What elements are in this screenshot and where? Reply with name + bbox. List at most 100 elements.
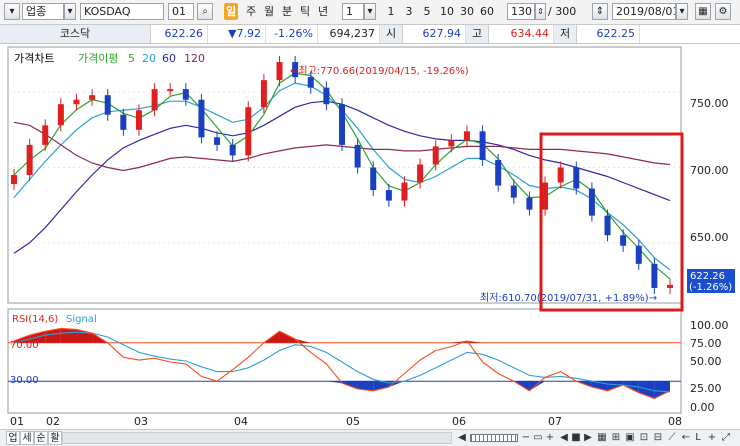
low-annotation: 최저:610.70(2019/07/31, +1.89%)→ bbox=[480, 292, 657, 304]
candle-body bbox=[526, 197, 533, 210]
ma60-legend: 60 bbox=[162, 52, 176, 65]
expand-view-icon[interactable]: ⤢ bbox=[720, 431, 732, 445]
zoom-slider-icon[interactable]: ▭ bbox=[532, 431, 544, 445]
zoom-out-icon[interactable]: − bbox=[520, 431, 532, 445]
grid-toggle-icon[interactable]: ▦ bbox=[596, 431, 608, 445]
horizontal-scrollbar[interactable] bbox=[62, 432, 452, 444]
candle-body bbox=[510, 185, 517, 198]
tab-industry[interactable]: 업 bbox=[6, 431, 20, 445]
candle-body bbox=[604, 215, 611, 236]
candle-body bbox=[635, 245, 642, 264]
search-icon[interactable]: ⌕ bbox=[197, 3, 213, 20]
tab-active[interactable]: 활 bbox=[48, 431, 62, 445]
market-dropdown-button[interactable]: ▾ bbox=[4, 3, 20, 20]
interval-60-button[interactable]: 60 bbox=[478, 3, 496, 20]
candle-body bbox=[276, 62, 283, 81]
candle-body bbox=[89, 95, 96, 100]
prev-icon[interactable]: ◀ bbox=[558, 431, 570, 445]
candle-body bbox=[557, 167, 564, 183]
left-arrow-icon[interactable]: ← bbox=[680, 431, 692, 445]
index-name-field[interactable]: KOSDAQ bbox=[80, 3, 164, 20]
candle-body bbox=[104, 95, 111, 115]
interval-5-button[interactable]: 5 bbox=[420, 3, 434, 20]
period-year-tab[interactable]: 년 bbox=[316, 3, 330, 20]
candle-body bbox=[370, 167, 377, 191]
price-axis-tick: 750.00 bbox=[690, 97, 729, 110]
grid-view-icon[interactable]: ▦ bbox=[695, 3, 711, 20]
quote-bar: 코스닥 622.26 ▼7.92 -1.26% 694,237 시 627.94… bbox=[0, 25, 740, 44]
price-chart[interactable]: 가격차트 가격이평 5 20 60 120 ←최고:770.66(2019/04… bbox=[0, 44, 740, 429]
period-daily-tab[interactable]: 일 bbox=[224, 3, 238, 20]
candle-body bbox=[26, 144, 33, 175]
zoom-ruler[interactable] bbox=[470, 434, 518, 442]
tab-order[interactable]: 순 bbox=[34, 431, 48, 445]
index-name-label: 코스닥 bbox=[0, 25, 151, 43]
market-select[interactable]: 업종 bbox=[22, 3, 64, 20]
interval-30-button[interactable]: 30 bbox=[458, 3, 476, 20]
candle-body bbox=[417, 164, 424, 183]
period-weekly-tab[interactable]: 주 bbox=[244, 3, 258, 20]
candle-body bbox=[198, 99, 205, 138]
period-tick-tab[interactable]: 틱 bbox=[298, 3, 312, 20]
rsi-lower-level-label: 30.00 bbox=[10, 375, 39, 386]
label-icon[interactable]: L bbox=[692, 431, 704, 445]
stop-icon[interactable]: ■ bbox=[570, 431, 582, 445]
rsi-legend: RSI(14,6) bbox=[12, 314, 58, 325]
scroll-left-icon[interactable]: ◀ bbox=[456, 431, 468, 445]
expand-icon[interactable]: ⊡ bbox=[638, 431, 650, 445]
date-stepper-icon[interactable]: ⇕ bbox=[592, 3, 608, 20]
next-icon[interactable]: ▶ bbox=[582, 431, 594, 445]
price-axis-tick: 700.00 bbox=[690, 164, 729, 177]
cursor-icon[interactable]: ⊞ bbox=[610, 431, 622, 445]
interval-10-button[interactable]: 10 bbox=[438, 3, 456, 20]
low-price: 622.25 bbox=[576, 25, 640, 43]
candle-body bbox=[135, 110, 142, 130]
period-monthly-tab[interactable]: 월 bbox=[262, 3, 276, 20]
rsi-axis-tick: 50.00 bbox=[690, 355, 722, 368]
zoom-in-icon[interactable]: + bbox=[544, 431, 556, 445]
count-stepper-icon[interactable]: ⇕ bbox=[535, 3, 546, 20]
candle-body bbox=[260, 80, 267, 108]
period-minute-tab[interactable]: 분 bbox=[280, 3, 294, 20]
current-price: 622.26 bbox=[150, 25, 208, 43]
x-axis-tick: 05 bbox=[346, 415, 360, 428]
price-chart-legend: 가격차트 bbox=[14, 52, 54, 65]
rsi-upper-level-label: 70.00 bbox=[10, 340, 39, 351]
count-field[interactable]: 130 bbox=[507, 3, 535, 20]
settings-icon[interactable]: ⚙ bbox=[715, 3, 731, 20]
total-count-label: / 300 bbox=[548, 5, 577, 18]
collapse-icon[interactable]: ⊟ bbox=[652, 431, 664, 445]
rsi-overbought-fill bbox=[60, 328, 77, 343]
market-chevron-down-icon[interactable]: ▾ bbox=[64, 3, 76, 20]
tab-tax[interactable]: 세 bbox=[20, 431, 34, 445]
high-label: 고 bbox=[466, 25, 489, 43]
date-field[interactable]: 2019/08/01 bbox=[612, 3, 676, 20]
layout-icon[interactable]: ▣ bbox=[624, 431, 636, 445]
interval-select[interactable]: 1 bbox=[342, 3, 364, 20]
ma-legend-label: 가격이평 bbox=[78, 52, 118, 65]
add-icon[interactable]: + bbox=[706, 431, 718, 445]
candle-body bbox=[11, 175, 17, 185]
interval-chevron-down-icon[interactable]: ▾ bbox=[364, 3, 376, 20]
x-axis-tick: 07 bbox=[548, 415, 562, 428]
interval-1-button[interactable]: 1 bbox=[384, 3, 398, 20]
high-price: 634.44 bbox=[488, 25, 554, 43]
rsi-axis-tick: 75.00 bbox=[690, 337, 722, 350]
date-chevron-down-icon[interactable]: ▾ bbox=[676, 3, 688, 20]
interval-3-button[interactable]: 3 bbox=[402, 3, 416, 20]
candle-body bbox=[448, 140, 455, 147]
open-price: 627.94 bbox=[402, 25, 466, 43]
ma20-legend: 20 bbox=[142, 52, 156, 65]
candle-body bbox=[495, 159, 502, 186]
chart-toolbar: ▾ 업종 ▾ KOSDAQ 01 ⌕ 일 주 월 분 틱 년 1 ▾ 1 3 5… bbox=[0, 0, 740, 25]
price-change: ▼7.92 bbox=[208, 25, 266, 43]
change-percent: -1.26% bbox=[266, 25, 318, 43]
candle-body bbox=[307, 77, 314, 88]
x-axis-tick: 02 bbox=[46, 415, 60, 428]
x-axis-tick: 03 bbox=[134, 415, 148, 428]
line-icon[interactable]: ⟋ bbox=[666, 431, 678, 445]
x-axis-tick: 04 bbox=[234, 415, 248, 428]
code-field[interactable]: 01 bbox=[168, 3, 194, 20]
candle-body bbox=[73, 99, 80, 105]
open-label: 시 bbox=[380, 25, 403, 43]
